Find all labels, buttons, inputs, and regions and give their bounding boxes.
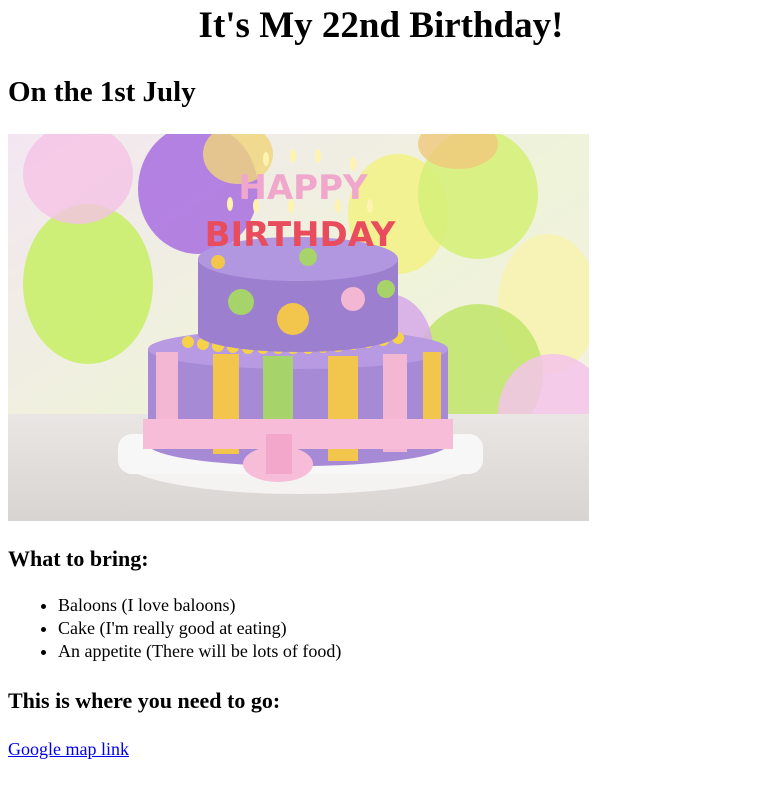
birthday-cake-image: HAPPY BIRTHDAY (8, 134, 589, 521)
where-heading: This is where you need to go: (8, 688, 281, 713)
list-item: Baloons (I love baloons) (58, 594, 341, 617)
bring-heading: What to bring: (8, 546, 149, 571)
date-heading: On the 1st July (8, 76, 196, 108)
google-map-link[interactable]: Google map link (8, 738, 129, 761)
cake-text-bottom: BIRTHDAY (205, 215, 396, 255)
page-title: It's My 22nd Birthday! (198, 5, 564, 46)
bring-list: Baloons (I love baloons) Cake (I'm reall… (8, 594, 341, 663)
list-item: An appetite (There will be lots of food) (58, 640, 341, 663)
list-item: Cake (I'm really good at eating) (58, 617, 341, 640)
